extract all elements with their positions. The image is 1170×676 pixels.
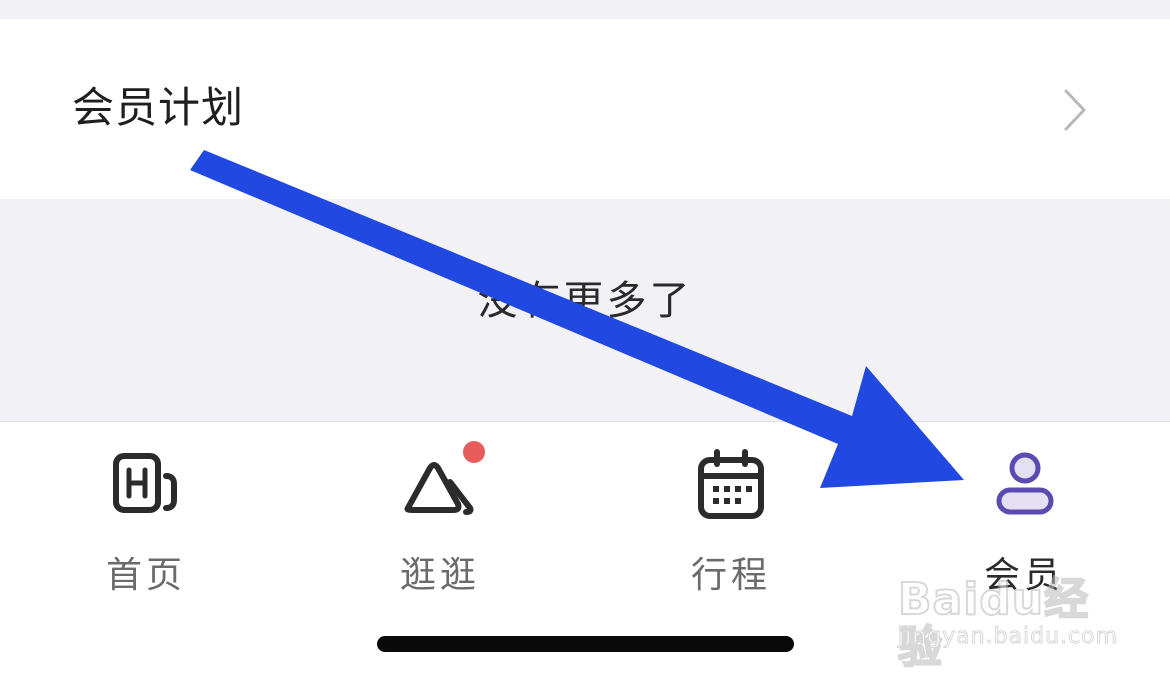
tab-home-label: 首页 [105, 555, 186, 596]
home-h-icon [113, 453, 177, 513]
app-screen: 会员计划 没有更多了 首页 逛逛 行程 会员 Baidu经验 jingyan.b… [0, 0, 1170, 676]
member-plan-row[interactable]: 会员计划 [0, 19, 1170, 199]
calendar-icon [698, 449, 764, 519]
chevron-right-icon [1064, 89, 1086, 131]
no-more-text: 没有更多了 [477, 278, 693, 324]
tab-discover[interactable]: 逛逛 [350, 441, 530, 596]
member-plan-label: 会员计划 [72, 83, 245, 132]
tab-itinerary[interactable]: 行程 [641, 446, 821, 596]
watermark: Baidu经验 jingyan.baidu.com [896, 575, 1119, 673]
tab-member[interactable]: 会员 [934, 446, 1114, 596]
home-indicator[interactable] [377, 636, 794, 652]
list-end-area: 没有更多了 [0, 199, 1170, 421]
member-icon [996, 452, 1054, 515]
top-separator-strip [0, 0, 1170, 19]
tab-itinerary-label: 行程 [690, 555, 771, 596]
tab-discover-label: 逛逛 [399, 555, 480, 596]
tab-home[interactable]: 首页 [56, 446, 236, 596]
notification-badge [463, 441, 485, 463]
watermark-url: jingyan.baidu.com [897, 624, 1119, 650]
